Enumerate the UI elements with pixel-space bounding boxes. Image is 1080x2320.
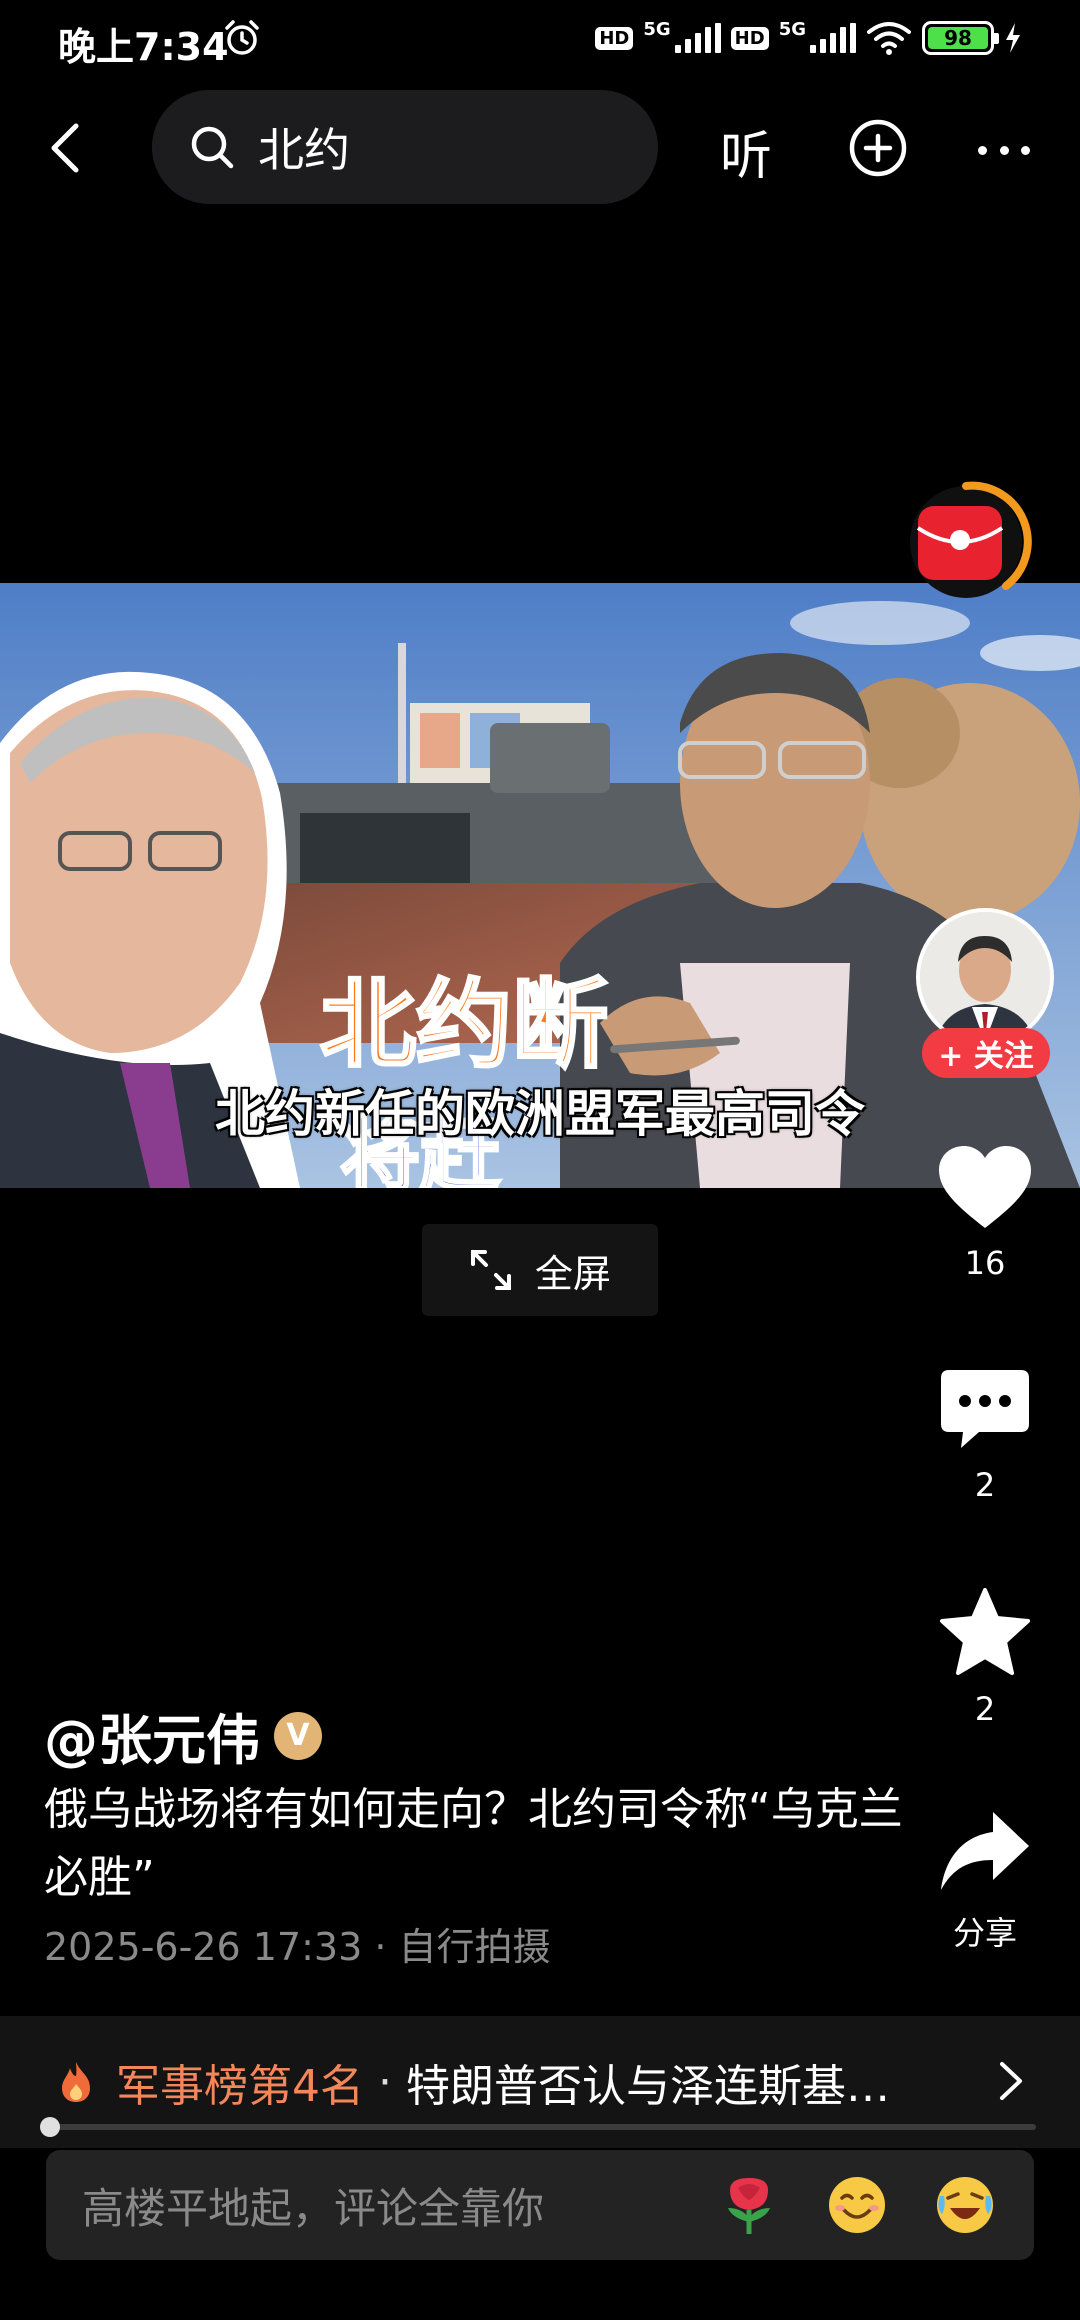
star-icon bbox=[940, 1588, 1030, 1675]
plus-circle-icon[interactable] bbox=[846, 116, 910, 180]
comment-count: 2 bbox=[974, 1466, 996, 1504]
signal-icon bbox=[810, 23, 856, 53]
fullscreen-label: 全屏 bbox=[534, 1251, 611, 1296]
author-row: @张元伟 V bbox=[44, 1696, 322, 1775]
laugh-cry-emoji[interactable] bbox=[934, 2174, 996, 2236]
system-nav-bar bbox=[0, 2290, 1080, 2320]
status-time: 晚上7:34 bbox=[58, 25, 229, 69]
back-arrow-icon[interactable] bbox=[36, 116, 100, 180]
like-button[interactable]: 16 bbox=[926, 1144, 1044, 1282]
network-type-label: 5G bbox=[643, 18, 671, 40]
chevron-right-icon bbox=[1000, 2062, 1022, 2100]
battery-level: 98 bbox=[944, 26, 972, 50]
hd-badge: HD bbox=[730, 26, 769, 50]
rank-separator: · bbox=[378, 2056, 392, 2108]
fire-icon bbox=[62, 2062, 90, 2102]
alarm-icon bbox=[225, 20, 259, 55]
search-query: 北约 bbox=[258, 123, 350, 177]
video-title[interactable]: 俄乌战场将有如何走向？北约司令称“乌克兰必胜” bbox=[44, 1776, 904, 1912]
charging-icon bbox=[1006, 23, 1020, 53]
signal-icon bbox=[674, 23, 721, 53]
top-bar: 北约 听 bbox=[0, 88, 1080, 208]
hd-badge: HD bbox=[595, 26, 634, 50]
share-label: 分享 bbox=[952, 1914, 1017, 1952]
network-type-label: 5G bbox=[778, 18, 806, 40]
like-count: 16 bbox=[964, 1244, 1006, 1282]
search-input[interactable]: 北约 bbox=[152, 90, 658, 204]
author-name[interactable]: @张元伟 bbox=[44, 1696, 260, 1775]
wifi-icon bbox=[867, 22, 911, 55]
status-icons: HD 5G HD 5G 98 bbox=[595, 16, 1022, 60]
avatar[interactable] bbox=[916, 908, 1054, 1046]
follow-button[interactable]: + 关注 bbox=[922, 1028, 1050, 1078]
verified-badge: V bbox=[274, 1711, 322, 1760]
rank-topic: 特朗普否认与泽连斯基… bbox=[406, 2061, 890, 2112]
progress-bar[interactable] bbox=[46, 2124, 1036, 2130]
listen-button[interactable]: 听 bbox=[720, 114, 772, 189]
rose-emoji[interactable] bbox=[718, 2174, 780, 2236]
fullscreen-button[interactable]: 全屏 bbox=[422, 1224, 658, 1316]
rank-label: 军事榜第4名 bbox=[116, 2061, 364, 2112]
heart-icon bbox=[939, 1146, 1031, 1228]
fullscreen-icon bbox=[470, 1250, 511, 1290]
comment-icon bbox=[941, 1370, 1029, 1448]
share-button[interactable]: 分享 bbox=[926, 1810, 1044, 1954]
post-meta: 2025-6-26 17:33 · 自行拍摄 bbox=[44, 1925, 551, 1969]
svg-text:北约断: 北约断 bbox=[320, 969, 608, 1081]
battery-icon: 98 bbox=[922, 21, 999, 55]
smile-emoji[interactable] bbox=[826, 2174, 888, 2236]
progress-knob[interactable] bbox=[40, 2117, 60, 2137]
video-subtitle: 北约新任的欧洲盟军最高司令 bbox=[215, 1085, 865, 1143]
share-icon bbox=[941, 1812, 1029, 1890]
status-bar: 晚上7:34 HD 5G HD 5G 98 bbox=[0, 0, 1080, 78]
comment-button[interactable]: 2 bbox=[926, 1368, 1044, 1504]
red-packet-icon[interactable] bbox=[906, 466, 1034, 606]
comment-input[interactable]: 高楼平地起，评论全靠你 bbox=[46, 2150, 1034, 2260]
more-icon[interactable] bbox=[972, 118, 1036, 182]
comment-placeholder: 高楼平地起，评论全靠你 bbox=[82, 2183, 545, 2233]
search-icon bbox=[191, 126, 234, 169]
favorite-button[interactable]: 2 bbox=[926, 1588, 1044, 1728]
favorite-count: 2 bbox=[974, 1690, 996, 1728]
